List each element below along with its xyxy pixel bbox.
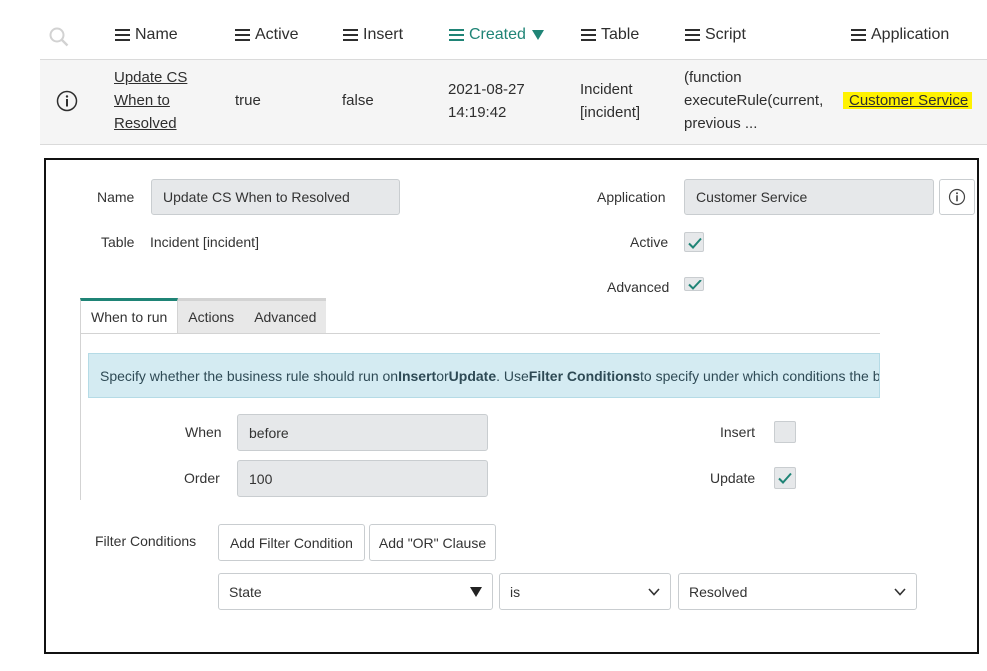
order-field[interactable]: 100 xyxy=(237,460,488,497)
info-icon xyxy=(948,188,966,206)
column-menu-icon[interactable] xyxy=(851,29,866,41)
tab-divider xyxy=(80,333,880,334)
filter-conditions-label: Filter Conditions xyxy=(95,533,197,549)
column-header-label: Script xyxy=(705,26,746,43)
advanced-checkbox[interactable] xyxy=(684,277,704,291)
rule-name-line: Update CS xyxy=(114,69,188,86)
sort-descending-icon[interactable] xyxy=(531,30,544,40)
insert-label: Insert xyxy=(720,424,756,440)
condition-value: Resolved xyxy=(689,583,748,600)
check-icon xyxy=(688,280,702,290)
chevron-down-icon xyxy=(894,587,906,596)
business-rule-form: Name Update CS When to Resolved Table In… xyxy=(44,158,979,654)
script-line: executeRule(current, xyxy=(684,92,824,109)
column-header-script[interactable]: Script xyxy=(685,26,746,44)
column-menu-icon[interactable] xyxy=(685,29,700,41)
tab-when-to-run[interactable]: When to run xyxy=(80,298,179,333)
active-label: Active xyxy=(630,234,669,250)
column-header-created[interactable]: Created xyxy=(449,26,544,44)
update-checkbox[interactable] xyxy=(774,467,796,489)
chevron-down-icon xyxy=(648,587,660,596)
rule-name-line: Resolved xyxy=(114,115,177,132)
table-cell: Incident [incident] xyxy=(580,78,640,124)
update-label: Update xyxy=(710,470,756,486)
insert-checkbox[interactable] xyxy=(774,421,796,443)
banner-text: Specify whether the business rule should… xyxy=(100,367,399,384)
check-icon xyxy=(778,472,792,484)
column-header-label: Active xyxy=(255,26,299,43)
column-menu-icon[interactable] xyxy=(235,29,250,41)
triangle-down-icon xyxy=(470,586,482,597)
insert-cell: false xyxy=(342,92,374,109)
application-info-button[interactable] xyxy=(939,179,975,215)
column-header-name[interactable]: Name xyxy=(115,26,178,44)
when-field[interactable]: before xyxy=(237,414,488,451)
tab-actions[interactable]: Actions xyxy=(178,298,245,333)
column-header-insert[interactable]: Insert xyxy=(343,26,403,44)
active-cell: true xyxy=(235,92,261,109)
advanced-label: Advanced xyxy=(607,279,670,295)
info-icon[interactable] xyxy=(56,90,78,112)
add-or-clause-button[interactable]: Add "OR" Clause xyxy=(369,524,496,561)
column-header-table[interactable]: Table xyxy=(581,26,639,44)
column-menu-icon[interactable] xyxy=(115,29,130,41)
column-menu-icon[interactable] xyxy=(343,29,358,41)
condition-value-select[interactable]: Resolved xyxy=(678,573,917,610)
table-label: Table xyxy=(101,234,135,250)
condition-field-value: State xyxy=(229,583,262,600)
tab-advanced[interactable]: Advanced xyxy=(244,298,327,333)
column-menu-icon[interactable] xyxy=(449,29,464,41)
order-label: Order xyxy=(184,470,220,486)
column-menu-icon[interactable] xyxy=(581,29,596,41)
table-line: [incident] xyxy=(580,104,641,121)
form-tabs: When to run Actions Advanced xyxy=(80,298,327,334)
column-header-label: Table xyxy=(601,26,640,43)
rule-name-line: When to xyxy=(114,92,170,109)
application-cell: Customer Service xyxy=(843,89,973,112)
script-line: (function xyxy=(684,69,742,86)
add-filter-condition-button[interactable]: Add Filter Condition xyxy=(218,524,365,561)
name-field[interactable]: Update CS When to Resolved xyxy=(151,179,400,215)
banner-text: to specify under which conditions the b xyxy=(640,367,880,384)
column-header-label: Application xyxy=(871,26,950,43)
check-icon xyxy=(688,237,702,249)
table-line: Incident xyxy=(580,81,633,98)
script-line: previous ... xyxy=(684,115,758,132)
created-date: 2021-08-27 xyxy=(448,81,525,98)
column-header-application[interactable]: Application xyxy=(851,26,949,44)
created-cell: 2021-08-27 14:19:42 xyxy=(448,78,525,124)
section-border xyxy=(80,334,81,500)
column-header-label: Name xyxy=(135,26,178,43)
script-cell: (function executeRule(current, previous … xyxy=(684,66,823,135)
search-icon[interactable] xyxy=(49,27,69,47)
when-label: When xyxy=(185,424,222,440)
condition-operator-value: is xyxy=(510,583,521,600)
banner-text: or xyxy=(436,367,449,384)
application-link[interactable]: Customer Service xyxy=(843,92,973,109)
banner-bold: Update xyxy=(448,367,497,384)
banner-text: . Use xyxy=(496,367,529,384)
info-banner: Specify whether the business rule should… xyxy=(88,353,880,398)
condition-field-select[interactable]: State xyxy=(218,573,493,610)
table-value: Incident [incident] xyxy=(150,234,259,250)
column-header-label: Insert xyxy=(363,26,404,43)
rule-name-link[interactable]: Update CS When to Resolved xyxy=(114,66,187,135)
banner-bold: Filter Conditions xyxy=(528,367,641,384)
application-label: Application xyxy=(597,189,666,205)
application-field[interactable]: Customer Service xyxy=(684,179,934,215)
banner-bold: Insert xyxy=(398,367,437,384)
column-header-active[interactable]: Active xyxy=(235,26,299,44)
active-checkbox[interactable] xyxy=(684,232,704,252)
created-time: 14:19:42 xyxy=(448,104,507,121)
column-header-label: Created xyxy=(469,26,526,43)
condition-operator-select[interactable]: is xyxy=(499,573,671,610)
name-label: Name xyxy=(97,189,135,205)
